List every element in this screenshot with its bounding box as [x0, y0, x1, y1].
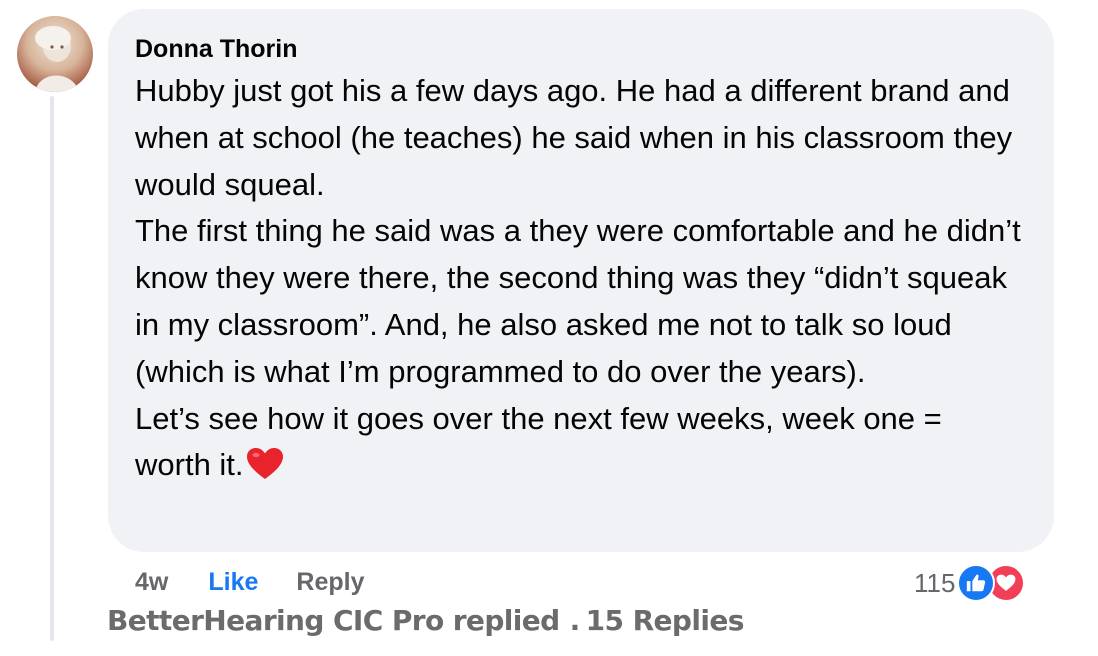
comment-actions: 4w Like Reply [135, 562, 364, 602]
comment-paragraph: Hubby just got his a few days ago. He ha… [135, 73, 1013, 202]
timestamp[interactable]: 4w [135, 568, 168, 597]
replier-label: BetterHearing CIC Pro replied [107, 604, 560, 637]
comment-paragraph: Let’s see how it goes over the next few … [135, 396, 1024, 496]
like-button[interactable]: Like [208, 568, 258, 597]
reaction-count: 115 [914, 567, 956, 598]
thread-line [50, 96, 54, 641]
view-replies-link[interactable]: BetterHearing CIC Pro replied. 15 Replies [107, 604, 744, 637]
reactions-summary[interactable]: 115 [914, 562, 1026, 604]
separator: . [569, 604, 581, 637]
author-name[interactable]: Donna Thorin [135, 34, 1024, 64]
red-heart-icon [246, 447, 284, 495]
comment-bubble: Donna Thorin Hubby just got his a few da… [108, 9, 1054, 552]
comment-body: Hubby just got his a few days ago. He ha… [135, 68, 1024, 495]
comment-paragraph: The first thing he said was a they were … [135, 213, 1021, 389]
replies-count: 15 Replies [585, 604, 745, 637]
like-icon [957, 564, 996, 602]
avatar[interactable] [17, 16, 93, 92]
reply-button[interactable]: Reply [296, 568, 364, 597]
